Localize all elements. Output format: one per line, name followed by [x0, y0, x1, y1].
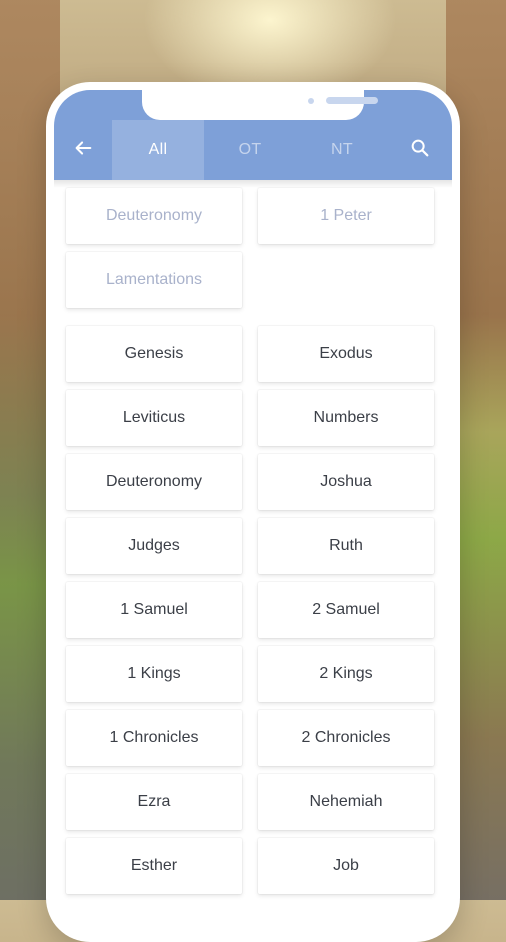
- book-label: Ruth: [329, 537, 363, 554]
- book-label: Deuteronomy: [105, 473, 203, 490]
- book-card[interactable]: Job: [258, 838, 434, 894]
- book-label: Judges: [128, 537, 180, 554]
- book-card[interactable]: Nehemiah: [258, 774, 434, 830]
- tab-all[interactable]: All: [112, 120, 204, 180]
- top-bar: All OT NT: [54, 90, 452, 180]
- arrow-left-icon: [72, 137, 94, 164]
- top-bar-shadow: [54, 180, 452, 188]
- tab-all-label: All: [148, 141, 168, 158]
- book-label: Leviticus: [122, 409, 186, 426]
- tab-ot[interactable]: OT: [204, 120, 296, 180]
- book-label: 1 Samuel: [120, 601, 188, 618]
- book-card[interactable]: 1 Samuel: [66, 582, 242, 638]
- recent-book-card[interactable]: 1 Peter: [258, 188, 434, 244]
- book-label: Numbers: [313, 409, 379, 426]
- book-label: Lamentations: [105, 271, 203, 288]
- book-card[interactable]: Leviticus: [66, 390, 242, 446]
- book-card[interactable]: 1 Kings: [66, 646, 242, 702]
- book-label: Exodus: [319, 345, 373, 362]
- book-card[interactable]: Genesis: [66, 326, 242, 382]
- book-label: Ezra: [137, 793, 171, 810]
- book-label: Deuteronomy: [105, 207, 203, 224]
- book-label: 1 Peter: [320, 207, 372, 224]
- book-card[interactable]: Numbers: [258, 390, 434, 446]
- recent-books-grid: Deuteronomy 1 Peter Lamentations: [66, 188, 440, 308]
- book-card[interactable]: 2 Samuel: [258, 582, 434, 638]
- book-card[interactable]: Esther: [66, 838, 242, 894]
- book-label: Job: [333, 857, 359, 874]
- book-label: 2 Kings: [319, 665, 373, 682]
- book-label: Joshua: [320, 473, 372, 490]
- search-button[interactable]: [388, 120, 452, 180]
- book-label: Genesis: [124, 345, 184, 362]
- book-card[interactable]: 2 Kings: [258, 646, 434, 702]
- book-card[interactable]: 2 Chronicles: [258, 710, 434, 766]
- tab-nt[interactable]: NT: [296, 120, 388, 180]
- back-button[interactable]: [54, 120, 112, 180]
- app-screen: All OT NT Deuteronomy 1 Peter Lamentatio…: [54, 90, 452, 910]
- book-card[interactable]: 1 Chronicles: [66, 710, 242, 766]
- search-icon: [409, 137, 431, 164]
- book-list: Deuteronomy 1 Peter Lamentations Genesis…: [54, 188, 452, 910]
- earpiece-speaker: [326, 97, 378, 104]
- front-sensor: [308, 98, 314, 104]
- phone-notch: [142, 90, 378, 120]
- book-label: Esther: [130, 857, 178, 874]
- book-card[interactable]: Judges: [66, 518, 242, 574]
- book-label: Nehemiah: [309, 793, 383, 810]
- book-label: 2 Samuel: [312, 601, 380, 618]
- book-label: 1 Kings: [127, 665, 181, 682]
- book-label: 1 Chronicles: [109, 729, 199, 746]
- book-card[interactable]: Deuteronomy: [66, 454, 242, 510]
- recent-book-card[interactable]: Deuteronomy: [66, 188, 242, 244]
- book-card[interactable]: Joshua: [258, 454, 434, 510]
- book-filter-tabs: All OT NT: [54, 120, 452, 180]
- tab-ot-label: OT: [238, 141, 262, 158]
- tab-nt-label: NT: [331, 141, 353, 158]
- book-label: 2 Chronicles: [301, 729, 391, 746]
- books-grid: Genesis Exodus Leviticus Numbers Deutero…: [66, 326, 440, 894]
- empty-slot: [258, 252, 434, 308]
- book-card[interactable]: Exodus: [258, 326, 434, 382]
- book-card[interactable]: Ezra: [66, 774, 242, 830]
- book-card[interactable]: Ruth: [258, 518, 434, 574]
- recent-book-card[interactable]: Lamentations: [66, 252, 242, 308]
